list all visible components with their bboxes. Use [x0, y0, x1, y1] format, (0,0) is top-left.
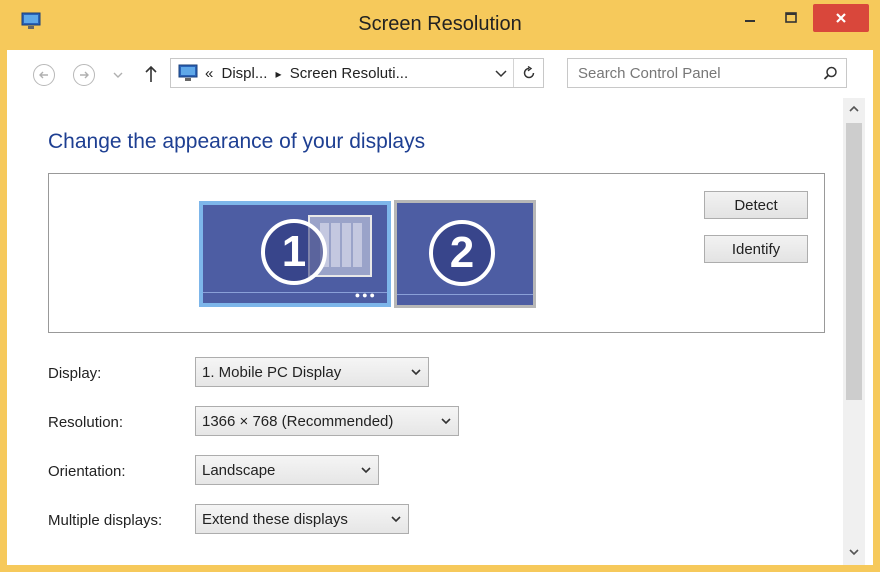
scrollbar-thumb[interactable]	[846, 123, 862, 400]
address-dropdown-chevron-icon[interactable]	[495, 70, 507, 78]
display-select-value: 1. Mobile PC Display	[202, 364, 342, 381]
monitor-2[interactable]: 2	[394, 200, 536, 308]
orientation-label: Orientation:	[48, 463, 126, 480]
breadcrumb-overflow[interactable]: «	[205, 65, 213, 82]
multiple-displays-label: Multiple displays:	[48, 512, 163, 529]
breadcrumb-item-screen-resolution[interactable]: Screen Resoluti...	[290, 65, 408, 82]
identify-button[interactable]: Identify	[704, 235, 808, 263]
chevron-down-icon	[391, 516, 401, 523]
chevron-down-icon	[441, 418, 451, 425]
monitor-1-number: 1	[261, 219, 327, 285]
monitor-2-number: 2	[429, 220, 495, 286]
forward-button[interactable]	[73, 64, 95, 86]
window-client: « Displ... ▸ Screen Resoluti... Search C…	[7, 50, 873, 565]
breadcrumb-item-display[interactable]: Displ...	[222, 65, 268, 82]
detect-button[interactable]: Detect	[704, 191, 808, 219]
maximize-icon	[785, 12, 797, 23]
chevron-down-icon	[361, 467, 371, 474]
navigation-bar: « Displ... ▸ Screen Resoluti... Search C…	[7, 50, 873, 98]
title-bar[interactable]: Screen Resolution	[7, 0, 873, 50]
address-bar[interactable]: « Displ... ▸ Screen Resoluti...	[170, 58, 544, 88]
resolution-select-value: 1366 × 768 (Recommended)	[202, 413, 394, 430]
recent-pages-chevron-icon[interactable]	[113, 71, 123, 79]
maximize-button[interactable]	[775, 5, 807, 31]
scroll-down-arrow-icon[interactable]	[848, 547, 860, 557]
minimize-icon	[745, 20, 755, 22]
orientation-select[interactable]: Landscape	[195, 455, 379, 485]
refresh-icon[interactable]	[522, 66, 536, 80]
breadcrumb-separator[interactable]: ▸	[276, 67, 282, 81]
chevron-down-icon	[411, 369, 421, 376]
breadcrumb: « Displ... ▸ Screen Resoluti...	[205, 65, 408, 82]
orientation-select-value: Landscape	[202, 462, 276, 479]
scroll-up-arrow-icon[interactable]	[848, 104, 860, 114]
multiple-displays-select-value: Extend these displays	[202, 511, 348, 528]
page-title: Change the appearance of your displays	[48, 130, 426, 153]
display-label: Display:	[48, 365, 102, 382]
multiple-displays-select[interactable]: Extend these displays	[195, 504, 409, 534]
minimize-button[interactable]	[734, 5, 766, 31]
search-icon[interactable]	[823, 66, 838, 81]
back-arrow-icon	[39, 71, 48, 79]
forward-arrow-icon	[80, 71, 89, 79]
back-button[interactable]	[33, 64, 55, 86]
window-frame: Screen Resolution « Displ... ▸ Screen Re…	[0, 0, 880, 572]
display-select[interactable]: 1. Mobile PC Display	[195, 357, 429, 387]
display-location-icon	[178, 64, 198, 81]
search-box[interactable]: Search Control Panel	[567, 58, 847, 88]
display-arrangement-panel: ●●● 1 2 Detect Identify	[48, 173, 825, 333]
main-content: Change the appearance of your displays ●…	[7, 98, 843, 565]
search-placeholder: Search Control Panel	[578, 65, 721, 82]
taskbar-dots: ●●●	[354, 290, 377, 300]
close-icon	[836, 13, 846, 23]
vertical-scrollbar[interactable]	[843, 98, 865, 565]
resolution-select[interactable]: 1366 × 768 (Recommended)	[195, 406, 459, 436]
monitor-1[interactable]: ●●● 1	[199, 201, 391, 307]
up-arrow-icon[interactable]	[144, 65, 158, 83]
resolution-label: Resolution:	[48, 414, 124, 431]
close-button[interactable]	[813, 4, 869, 32]
